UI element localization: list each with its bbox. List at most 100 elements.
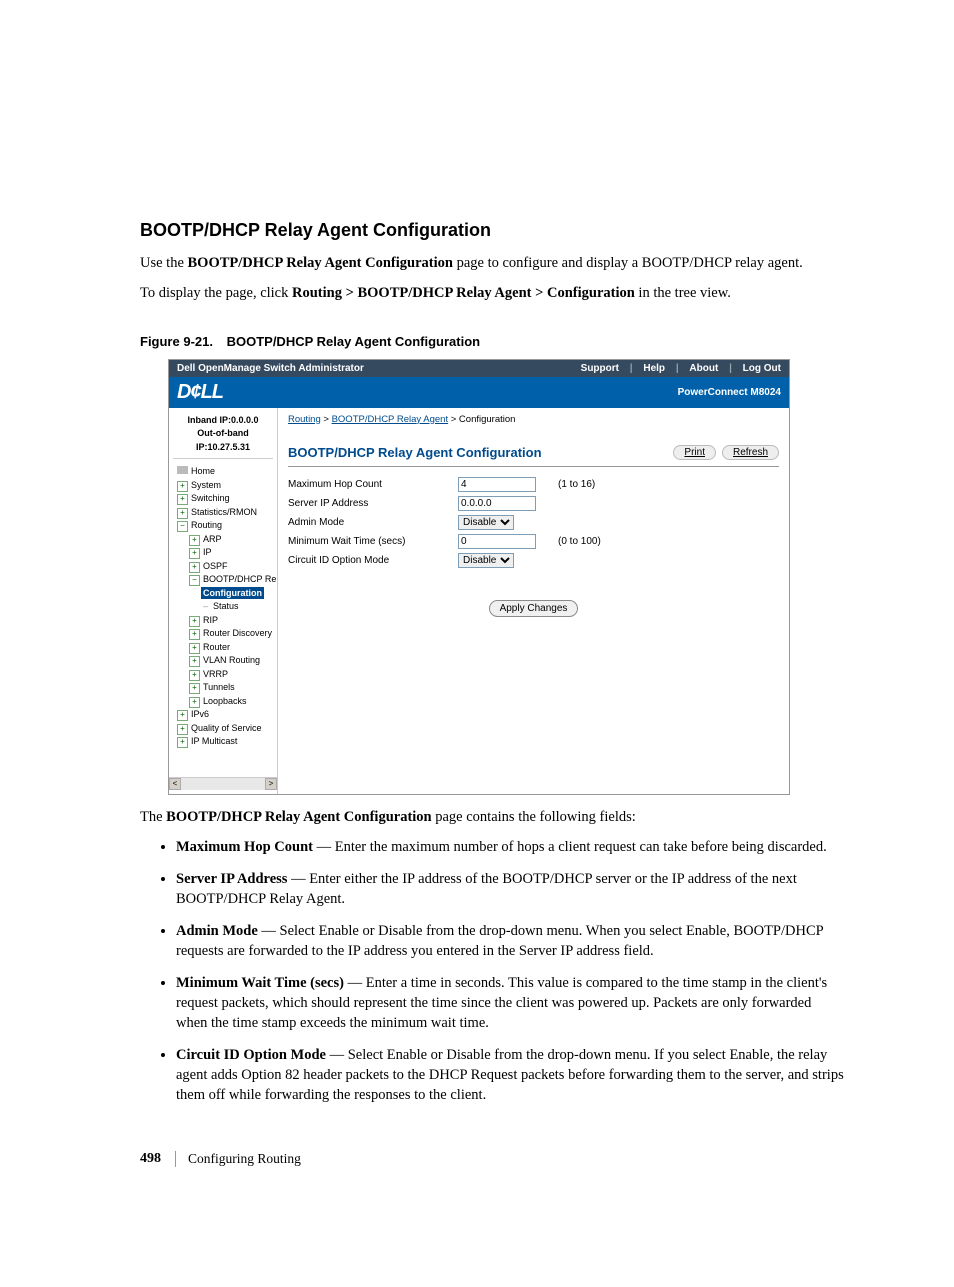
figure-title: BOOTP/DHCP Relay Agent Configuration [227,334,481,349]
tree-bootp[interactable]: −BOOTP/DHCP Relay Ag [175,573,277,587]
field-item: Circuit ID Option Mode — Select Enable o… [176,1045,844,1105]
field-hint: (0 to 100) [558,536,601,547]
tree-rip[interactable]: +RIP [175,614,277,628]
app-title: Dell OpenManage Switch Administrator [177,363,573,374]
field-term: Maximum Hop Count [176,839,313,855]
plus-icon[interactable]: + [189,670,200,681]
apply-changes-button[interactable]: Apply Changes [489,600,579,617]
plus-icon[interactable]: + [189,616,200,627]
tree-configuration[interactable]: Configuration [175,587,277,601]
minus-icon[interactable]: − [189,575,200,586]
tree-tunnels[interactable]: +Tunnels [175,681,277,695]
row-admin-mode: Admin Mode Disable [288,513,779,532]
plus-icon[interactable]: + [177,508,188,519]
separator: | [676,363,679,374]
model-label: PowerConnect M8024 [678,387,781,398]
about-link[interactable]: About [689,363,718,374]
min-wait-input[interactable] [458,534,536,549]
field-label: Server IP Address [288,498,458,509]
field-term: Circuit ID Option Mode [176,1047,326,1063]
crumb-current: Configuration [459,414,516,425]
scroll-left-icon[interactable]: < [169,778,181,790]
plus-icon[interactable]: + [189,629,200,640]
tree-switching[interactable]: +Switching [175,492,277,506]
plus-icon[interactable]: + [177,481,188,492]
document-page: BOOTP/DHCP Relay Agent Configuration Use… [0,0,954,1287]
tree-system[interactable]: +System [175,479,277,493]
tree-ipmulticast[interactable]: +IP Multicast [175,735,277,749]
plus-icon[interactable]: + [177,724,188,735]
circuit-id-select[interactable]: Disable [458,553,514,568]
page-title: BOOTP/DHCP Relay Agent Configuration [288,445,667,460]
field-desc: — Enter the maximum number of hops a cli… [313,839,827,855]
plus-icon[interactable]: + [177,737,188,748]
separator: | [729,363,732,374]
field-term: Server IP Address [176,871,287,887]
field-item: Maximum Hop Count — Enter the maximum nu… [176,837,844,857]
tree-routerdisc[interactable]: +Router Discovery [175,627,277,641]
tree-arp[interactable]: +ARP [175,533,277,547]
logout-link[interactable]: Log Out [743,363,781,374]
page-footer: 498 Configuring Routing [140,1151,844,1167]
field-item: Minimum Wait Time (secs) — Enter a time … [176,973,844,1033]
row-circuit-id: Circuit ID Option Mode Disable [288,551,779,570]
minus-icon[interactable]: − [177,521,188,532]
row-server-ip: Server IP Address [288,494,779,513]
text: in the tree view. [638,285,730,301]
plus-icon[interactable]: + [189,548,200,559]
help-link[interactable]: Help [643,363,665,374]
figure-number: Figure 9-21. [140,334,213,349]
server-ip-input[interactable] [458,496,536,511]
main-panel: Routing > BOOTP/DHCP Relay Agent > Confi… [278,408,789,794]
tree-loopbacks[interactable]: +Loopbacks [175,695,277,709]
plus-icon[interactable]: + [177,710,188,721]
support-link[interactable]: Support [581,363,619,374]
tree-stats[interactable]: +Statistics/RMON [175,506,277,520]
refresh-button[interactable]: Refresh [722,445,779,460]
text: Use the [140,255,188,271]
crumb-routing[interactable]: Routing [288,414,321,425]
tree-qos[interactable]: +Quality of Service [175,722,277,736]
tree-ipv6[interactable]: +IPv6 [175,708,277,722]
tree-vlanrouting[interactable]: +VLAN Routing [175,654,277,668]
field-desc: — Select Enable or Disable from the drop… [176,923,823,959]
plus-icon[interactable]: + [177,494,188,505]
text: The [140,809,166,825]
text: page to configure and display a BOOTP/DH… [457,255,803,271]
separator: | [630,363,633,374]
tree-ip[interactable]: +IP [175,546,277,560]
text: To display the page, click [140,285,292,301]
text-bold: Routing > BOOTP/DHCP Relay Agent > Confi… [292,285,635,301]
plus-icon[interactable]: + [189,697,200,708]
ip-info: Inband IP:0.0.0.0 Out-of-band IP:10.27.5… [173,414,273,460]
field-item: Admin Mode — Select Enable or Disable fr… [176,921,844,961]
text: page contains the following fields: [435,809,636,825]
tree-home[interactable]: Home [175,465,277,479]
field-list: Maximum Hop Count — Enter the maximum nu… [176,837,844,1105]
scroll-right-icon[interactable]: > [265,778,277,790]
tree-routing[interactable]: −Routing [175,519,277,533]
field-term: Admin Mode [176,923,258,939]
tree-ospf[interactable]: +OSPF [175,560,277,574]
admin-mode-select[interactable]: Disable [458,515,514,530]
screenshot: Dell OpenManage Switch Administrator Sup… [168,359,790,795]
tree-router[interactable]: +Router [175,641,277,655]
plus-icon[interactable]: + [189,656,200,667]
horizontal-scrollbar[interactable]: < > [169,777,277,790]
divider [175,1151,176,1167]
tree-vrrp[interactable]: +VRRP [175,668,277,682]
crumb-bootp[interactable]: BOOTP/DHCP Relay Agent [332,414,449,425]
tree-status[interactable]: –Status [175,600,277,614]
print-button[interactable]: Print [673,445,716,460]
inband-ip: Inband IP:0.0.0.0 [173,414,273,428]
plus-icon[interactable]: + [189,643,200,654]
figure-caption: Figure 9-21. BOOTP/DHCP Relay Agent Conf… [140,334,844,349]
field-label: Maximum Hop Count [288,479,458,490]
max-hop-input[interactable] [458,477,536,492]
row-max-hop: Maximum Hop Count (1 to 16) [288,475,779,494]
plus-icon[interactable]: + [189,562,200,573]
text-bold: BOOTP/DHCP Relay Agent Configuration [188,255,453,271]
field-term: Minimum Wait Time (secs) [176,975,344,991]
plus-icon[interactable]: + [189,683,200,694]
plus-icon[interactable]: + [189,535,200,546]
